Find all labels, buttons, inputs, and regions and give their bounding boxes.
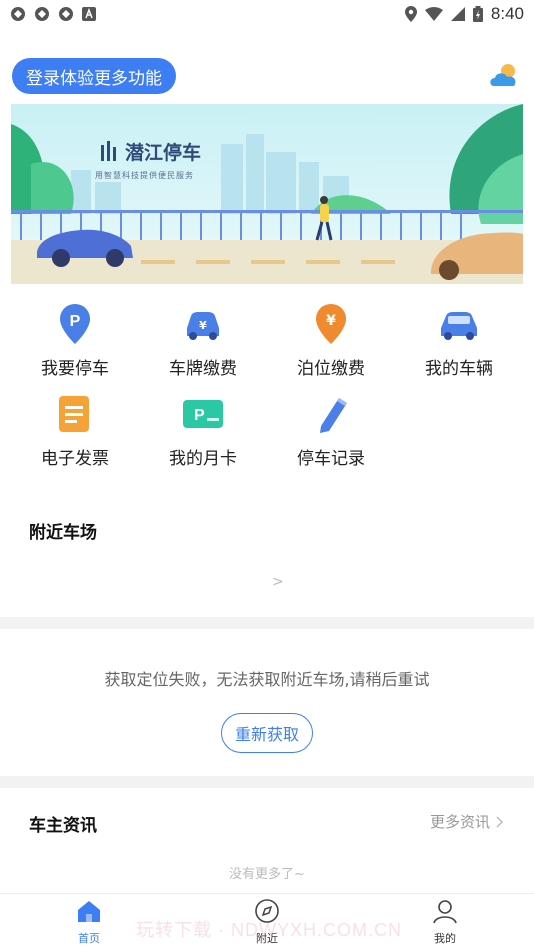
service-label: 泊位缴费: [297, 359, 365, 379]
svg-text:¥: ¥: [326, 313, 336, 329]
wifi-icon: [424, 7, 443, 21]
font-notification-icon: [82, 7, 96, 21]
service-berth-pay[interactable]: ¥ 泊位缴费: [267, 302, 395, 379]
monthly-card-icon: P: [183, 400, 223, 428]
chevron-right-icon[interactable]: >: [272, 574, 284, 590]
my-car-icon: [441, 312, 477, 340]
service-my-car[interactable]: 我的车辆: [395, 302, 523, 379]
home-icon: [78, 901, 100, 922]
tab-profile[interactable]: 我的: [405, 898, 485, 946]
notification-icons: [10, 6, 96, 22]
location-fail-message: 获取定位失败，无法获取附近车场,请稍后重试: [104, 670, 430, 689]
berth-pay-icon: ¥: [316, 304, 346, 344]
brand-title: 潜江停车: [125, 142, 202, 164]
svg-text:¥: ¥: [199, 319, 207, 332]
more-news-label: 更多资讯: [429, 813, 490, 831]
service-parking-record[interactable]: 停车记录: [267, 392, 395, 469]
signal-icon: [450, 7, 465, 21]
tab-label: 我的: [434, 932, 456, 945]
service-invoice[interactable]: 电子发票: [11, 392, 139, 469]
banner-illustration: [11, 104, 523, 284]
status-bar: 8:40: [0, 0, 534, 28]
brand: 潜江停车: [99, 138, 201, 165]
weather-icon[interactable]: [488, 62, 520, 88]
chevron-right-icon: [496, 815, 504, 828]
app-notification-icon: [59, 7, 73, 21]
service-parking[interactable]: P 我要停车: [11, 302, 139, 379]
login-button[interactable]: 登录体验更多功能: [12, 58, 176, 94]
tab-home[interactable]: 首页: [49, 898, 129, 946]
app-notification-icon: [35, 7, 49, 21]
nearby-title: 附近车场: [29, 523, 97, 543]
battery-icon: [472, 6, 483, 22]
brand-tagline: 用智慧科技提供便民服务: [95, 171, 194, 180]
app-notification-icon: [11, 7, 25, 21]
svg-text:P: P: [194, 407, 205, 424]
more-news-link[interactable]: 更多资讯: [430, 811, 504, 832]
service-label: 车牌缴费: [169, 359, 237, 379]
location-icon: [404, 6, 417, 22]
retry-button[interactable]: 重新获取: [221, 713, 313, 753]
section-divider: [0, 776, 534, 788]
promo-banner[interactable]: 潜江停车 用智慧科技提供便民服务: [11, 104, 523, 284]
section-divider: [0, 617, 534, 629]
service-label: 电子发票: [41, 449, 109, 469]
parking-pin-icon: P: [60, 304, 90, 344]
service-label: 我的月卡: [169, 449, 237, 469]
service-label: 停车记录: [297, 449, 365, 469]
watermark: 玩转下载 · NDWYXH.COM.CN: [136, 920, 402, 940]
news-title: 车主资讯: [29, 816, 97, 836]
service-monthly-card[interactable]: P 我的月卡: [139, 392, 267, 469]
invoice-icon: [59, 396, 89, 432]
user-icon: [433, 900, 457, 924]
svg-text:P: P: [70, 313, 81, 330]
parking-record-icon: [320, 398, 347, 433]
service-label: 我要停车: [41, 359, 109, 379]
clock: 8:40: [490, 4, 524, 23]
brand-logo-icon: [101, 140, 116, 161]
plate-pay-icon: ¥: [187, 312, 219, 340]
service-label: 我的车辆: [425, 359, 493, 379]
tab-label: 首页: [78, 932, 100, 945]
no-more-hint: 没有更多了~: [229, 867, 305, 882]
system-status: 8:40: [404, 4, 524, 24]
service-plate-pay[interactable]: ¥ 车牌缴费: [139, 302, 267, 379]
